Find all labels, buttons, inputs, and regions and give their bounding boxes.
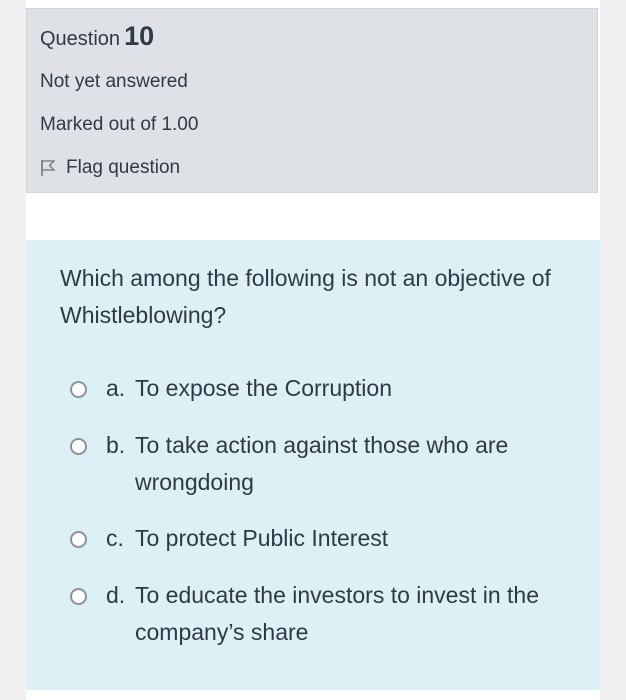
question-number: 10 — [124, 21, 155, 51]
answer-option-c[interactable]: c. To protect Public Interest — [70, 520, 580, 557]
answer-status: Not yet answered — [40, 71, 188, 92]
radio-unselected-icon[interactable] — [70, 531, 87, 548]
option-letter: d. — [106, 582, 126, 608]
radio-unselected-icon[interactable] — [70, 381, 87, 398]
option-text: To take action against those who are wro… — [135, 432, 509, 495]
option-letter: b. — [106, 432, 126, 458]
flag-question-label: Flag question — [66, 157, 181, 178]
question-number-label: Question 10 — [40, 21, 154, 52]
option-text: To expose the Corruption — [135, 375, 392, 401]
flag-question-button[interactable]: Flag question — [40, 155, 180, 181]
question-content-panel: Which among the following is not an obje… — [26, 240, 600, 690]
option-letter: a. — [106, 375, 126, 401]
flag-icon — [40, 159, 56, 177]
radio-unselected-icon[interactable] — [70, 438, 87, 455]
answer-option-b[interactable]: b. To take action against those who are … — [70, 427, 580, 501]
option-text: To educate the investors to invest in th… — [135, 582, 540, 645]
radio-unselected-icon[interactable] — [70, 588, 87, 605]
option-text: To protect Public Interest — [135, 525, 389, 551]
question-info-panel: Question 10 Not yet answered Marked out o… — [26, 8, 598, 193]
option-letter: c. — [106, 525, 124, 551]
answer-option-d[interactable]: d. To educate the investors to invest in… — [70, 577, 580, 651]
answer-option-a[interactable]: a. To expose the Corruption — [70, 370, 580, 407]
question-word: Question — [40, 28, 121, 50]
marks-info: Marked out of 1.00 — [40, 114, 199, 135]
question-text: Which among the following is not an obje… — [60, 265, 551, 328]
